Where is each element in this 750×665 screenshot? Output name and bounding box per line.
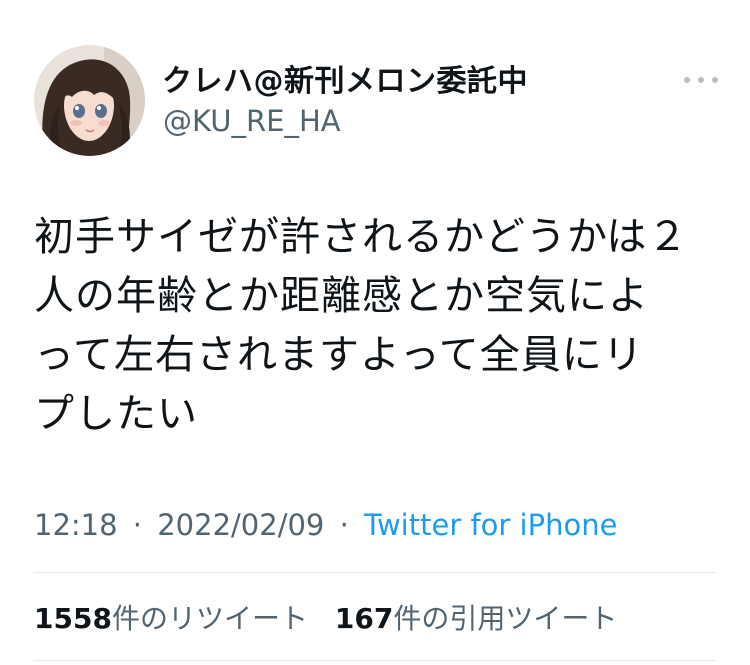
tweet-line: プしたい: [34, 391, 198, 437]
dot-1: [684, 77, 690, 83]
divider: [34, 660, 716, 661]
retweet-label: 件のリツイート: [111, 602, 308, 635]
tweet-line: 初手サイゼが許されるかどうかは２: [34, 214, 689, 260]
tweet-time[interactable]: 12:18: [34, 508, 118, 542]
retweets-stat[interactable]: 1558件のリツイート: [34, 602, 308, 635]
avatar-image: [34, 45, 145, 156]
more-options-icon[interactable]: [684, 70, 718, 90]
retweet-count: 1558: [34, 602, 112, 635]
tweet-stats: 1558件のリツイート 167件の引用ツイート: [34, 597, 635, 637]
tweet-line: って左右されますよって全員にリ: [34, 332, 644, 378]
quote-tweets-stat[interactable]: 167件の引用ツイート: [335, 602, 617, 635]
dot-2: [698, 77, 704, 83]
tweet-date[interactable]: 2022/02/09: [157, 508, 324, 542]
tweet-line: 人の年齢とか距離感とか空気によ: [34, 273, 649, 319]
tweet-source-link[interactable]: Twitter for iPhone: [364, 508, 617, 542]
divider: [34, 572, 716, 573]
tweet-text: 初手サイゼが許されるかどうかは２ 人の年齢とか距離感とか空気によ って左右されま…: [34, 208, 724, 444]
meta-separator: ·: [132, 508, 143, 542]
avatar[interactable]: [34, 45, 145, 156]
author-handle[interactable]: @KU_RE_HA: [163, 104, 341, 138]
author-display-name[interactable]: クレハ@新刊メロン委託中: [162, 56, 528, 100]
tweet-meta: 12:18 · 2022/02/09 · Twitter for iPhone: [34, 508, 617, 542]
dot-3: [712, 77, 718, 83]
quote-count: 167: [334, 602, 394, 635]
meta-separator: ·: [339, 508, 349, 542]
quote-label: 件の引用ツイート: [393, 602, 618, 635]
